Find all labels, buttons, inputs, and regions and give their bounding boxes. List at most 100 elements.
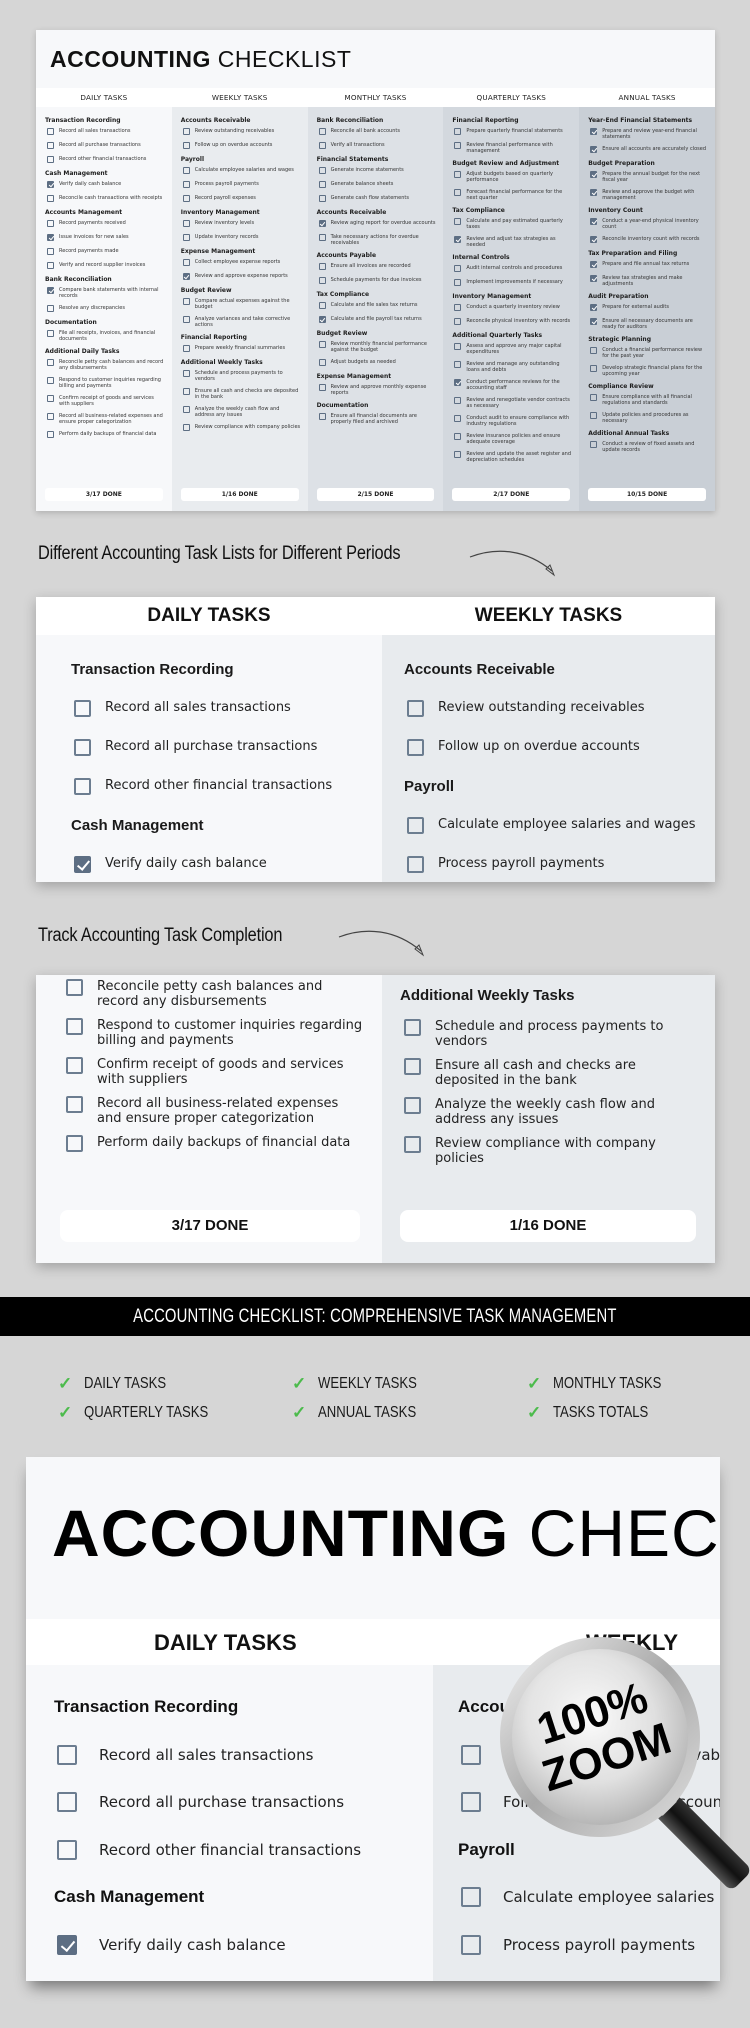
checkbox[interactable]	[461, 1792, 481, 1812]
checkbox-checked[interactable]	[47, 180, 54, 188]
checkbox[interactable]	[318, 340, 326, 348]
checkbox-checked[interactable]	[47, 286, 54, 294]
task-item[interactable]: Record other financial transactions	[47, 155, 165, 164]
checkbox[interactable]	[47, 430, 54, 438]
task-item[interactable]: Collect employee expense reports	[182, 258, 301, 267]
task-item[interactable]: Calculate employee salaries and wages	[182, 166, 301, 175]
checkbox[interactable]	[404, 1019, 421, 1036]
checkbox[interactable]	[404, 1097, 421, 1114]
checkbox[interactable]	[404, 1136, 421, 1153]
checkbox[interactable]	[590, 364, 598, 372]
task-item[interactable]: Audit internal controls and procedures	[454, 264, 572, 273]
checkbox[interactable]	[404, 1058, 421, 1075]
task-item[interactable]: Process payroll payments	[407, 856, 604, 873]
checkbox[interactable]	[318, 262, 326, 270]
checkbox[interactable]	[318, 141, 326, 149]
task-item[interactable]: Verify daily cash balance	[57, 1934, 286, 1955]
checkbox[interactable]	[47, 412, 54, 420]
checkbox[interactable]	[182, 141, 190, 149]
task-item[interactable]: Ensure all cash and checks are deposited…	[182, 387, 301, 400]
checkbox[interactable]	[318, 276, 326, 284]
task-item[interactable]: Review and approve the budget with manag…	[590, 188, 708, 201]
checkbox[interactable]	[454, 360, 462, 368]
task-item[interactable]: Review and adjust tax strategies as need…	[454, 235, 572, 248]
task-item[interactable]: Calculate employee salaries and wages	[407, 817, 696, 834]
task-item[interactable]: Conduct a year-end physical inventory co…	[590, 217, 708, 230]
task-item[interactable]: Record all purchase transactions	[47, 141, 165, 150]
checkbox[interactable]	[318, 166, 326, 174]
checkbox[interactable]	[47, 329, 54, 337]
task-item[interactable]: Respond to customer inquiries regarding …	[66, 1018, 366, 1048]
checkbox[interactable]	[590, 440, 598, 448]
task-item[interactable]: Compare actual expenses against the budg…	[182, 297, 301, 310]
checkbox[interactable]	[318, 301, 326, 309]
task-item[interactable]: Ensure all accounts are accurately close…	[590, 145, 708, 154]
task-item[interactable]: Ensure all cash and checks are deposited…	[404, 1058, 704, 1088]
checkbox[interactable]	[182, 180, 190, 188]
task-item[interactable]: Perform daily backups of financial data	[66, 1135, 366, 1152]
checkbox[interactable]	[47, 127, 54, 135]
checkbox[interactable]	[66, 1135, 83, 1152]
checkbox[interactable]	[47, 219, 54, 227]
task-item[interactable]: Review inventory levels	[182, 219, 301, 228]
task-item[interactable]: Schedule payments for due invoices	[318, 276, 437, 285]
task-item[interactable]: Review tax strategies and make adjustmen…	[590, 274, 708, 287]
checkbox-checked[interactable]	[590, 127, 598, 135]
checkbox[interactable]	[66, 1096, 83, 1113]
task-item[interactable]: Take necessary actions for overdue recei…	[318, 233, 437, 246]
checkbox[interactable]	[454, 127, 462, 135]
checkbox[interactable]	[407, 856, 424, 873]
checkbox[interactable]	[182, 166, 190, 174]
task-item[interactable]: Prepare weekly financial summaries	[182, 344, 301, 353]
checkbox[interactable]	[454, 278, 462, 286]
checkbox[interactable]	[318, 383, 326, 391]
task-item[interactable]: Resolve any discrepancies	[47, 304, 165, 313]
checkbox[interactable]	[318, 127, 326, 135]
checkbox-checked[interactable]	[47, 233, 54, 241]
checkbox[interactable]	[461, 1887, 481, 1907]
checkbox-checked[interactable]	[590, 188, 598, 196]
task-item[interactable]: Analyze the weekly cash flow and address…	[182, 405, 301, 418]
checkbox[interactable]	[590, 346, 598, 354]
task-item[interactable]: Calculate and pay estimated quarterly ta…	[454, 217, 572, 230]
task-item[interactable]: Reconcile inventory count with records	[590, 235, 708, 244]
task-item[interactable]: Review aging report for overdue accounts	[318, 219, 437, 228]
checkbox[interactable]	[318, 233, 326, 241]
checkbox[interactable]	[318, 358, 326, 366]
checkbox[interactable]	[182, 219, 190, 227]
checkbox[interactable]	[454, 342, 462, 350]
checkbox[interactable]	[182, 423, 190, 431]
checkbox[interactable]	[318, 412, 326, 420]
checkbox-checked[interactable]	[590, 303, 598, 311]
task-item[interactable]: Review and approve expense reports	[182, 272, 301, 281]
task-item[interactable]: Prepare quarterly financial statements	[454, 127, 572, 136]
task-item[interactable]: Schedule and process payments to vendors	[182, 369, 301, 382]
task-item[interactable]: Process payroll payments	[461, 1934, 695, 1955]
checkbox[interactable]	[66, 979, 83, 996]
task-item[interactable]: Review financial performance with manage…	[454, 141, 572, 154]
checkbox[interactable]	[182, 258, 190, 266]
checkbox[interactable]	[454, 141, 462, 149]
task-item[interactable]: Prepare and review year-end financial st…	[590, 127, 708, 140]
task-item[interactable]: Conduct a quarterly inventory review	[454, 303, 572, 312]
task-item[interactable]: Process payroll payments	[182, 180, 301, 189]
task-item[interactable]: Record all sales transactions	[57, 1744, 313, 1765]
checkbox-checked[interactable]	[74, 856, 91, 873]
checkbox-checked[interactable]	[590, 317, 598, 325]
task-item[interactable]: Record payroll expenses	[182, 194, 301, 203]
task-item[interactable]: Forecast financial performance for the n…	[454, 188, 572, 201]
checkbox[interactable]	[57, 1839, 77, 1860]
checkbox[interactable]	[74, 778, 91, 795]
checkbox[interactable]	[57, 1744, 77, 1765]
checkbox-checked[interactable]	[318, 315, 326, 323]
task-item[interactable]: Verify daily cash balance	[74, 856, 267, 873]
task-item[interactable]: Conduct performance reviews for the acco…	[454, 378, 572, 391]
checkbox[interactable]	[590, 393, 598, 401]
checkbox[interactable]	[318, 194, 326, 202]
task-item[interactable]: Ensure all financial documents are prope…	[318, 412, 437, 425]
checkbox[interactable]	[182, 297, 190, 305]
checkbox[interactable]	[57, 1792, 77, 1812]
task-item[interactable]: Record all purchase transactions	[57, 1792, 344, 1812]
task-item[interactable]: Conduct a review of fixed assets and upd…	[590, 440, 708, 453]
task-item[interactable]: Confirm receipt of goods and services wi…	[47, 394, 165, 407]
